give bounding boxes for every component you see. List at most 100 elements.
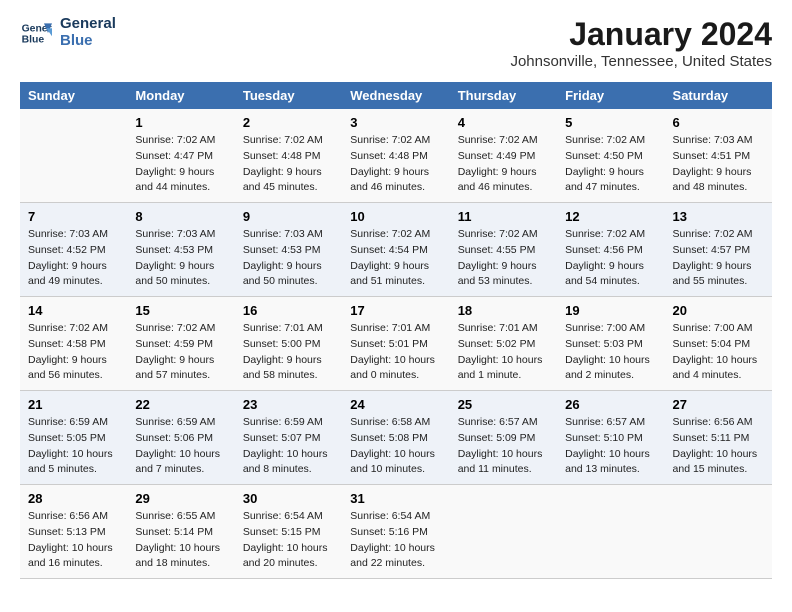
sunrise-time: Sunrise: 6:55 AM bbox=[135, 510, 215, 522]
daylight-hours: Daylight: 9 hours and 53 minutes. bbox=[458, 260, 537, 288]
sunrise-time: Sunrise: 7:02 AM bbox=[243, 134, 323, 146]
header-day-tuesday: Tuesday bbox=[235, 82, 342, 109]
day-number: 30 bbox=[243, 491, 334, 506]
logo-line2: Blue bbox=[60, 33, 116, 50]
sunrise-time: Sunrise: 6:56 AM bbox=[28, 510, 108, 522]
page-header: General Blue General Blue January 2024 J… bbox=[20, 16, 772, 70]
sunset-time: Sunset: 5:02 PM bbox=[458, 338, 536, 350]
daylight-hours: Daylight: 9 hours and 44 minutes. bbox=[135, 166, 214, 194]
day-number: 27 bbox=[673, 397, 764, 412]
sunset-time: Sunset: 4:56 PM bbox=[565, 244, 643, 256]
header-day-wednesday: Wednesday bbox=[342, 82, 449, 109]
daylight-hours: Daylight: 10 hours and 8 minutes. bbox=[243, 448, 328, 476]
day-info: Sunrise: 6:59 AMSunset: 5:05 PMDaylight:… bbox=[28, 415, 119, 478]
day-info: Sunrise: 6:57 AMSunset: 5:09 PMDaylight:… bbox=[458, 415, 549, 478]
sunrise-time: Sunrise: 7:02 AM bbox=[135, 322, 215, 334]
day-info: Sunrise: 7:00 AM Sunset: 5:04 PM Daylight:… bbox=[673, 321, 764, 384]
daylight-hours: Daylight: 10 hours and 4 minutes. bbox=[673, 354, 758, 382]
calendar-cell: 9Sunrise: 7:03 AMSunset: 4:53 PMDaylight… bbox=[235, 203, 342, 297]
day-info: Sunrise: 7:02 AMSunset: 4:56 PMDaylight:… bbox=[565, 227, 656, 290]
day-info: Sunrise: 7:02 AM Sunset: 4:55 PM Daylight:… bbox=[458, 227, 549, 290]
day-number: 10 bbox=[350, 209, 441, 224]
sunset-time: Sunset: 4:53 PM bbox=[135, 244, 213, 256]
day-number: 23 bbox=[243, 397, 334, 412]
day-number: 28 bbox=[28, 491, 119, 506]
daylight-hours: Daylight: 10 hours and 1 minute. bbox=[458, 354, 543, 382]
day-number: 22 bbox=[135, 397, 226, 412]
svg-text:Blue: Blue bbox=[22, 34, 45, 45]
day-info: Sunrise: 6:54 AMSunset: 5:15 PMDaylight:… bbox=[243, 509, 334, 572]
calendar-cell: 4Sunrise: 7:02 AMSunset: 4:49 PMDaylight… bbox=[450, 109, 557, 203]
day-info: Sunrise: 7:03 AMSunset: 4:53 PMDaylight:… bbox=[243, 227, 334, 290]
day-number: 31 bbox=[350, 491, 441, 506]
daylight-hours: Daylight: 10 hours and 7 minutes. bbox=[135, 448, 220, 476]
calendar-cell: 15 Sunrise: 7:02 AMSunset: 4:59 PMDayligh… bbox=[127, 297, 234, 391]
location-subtitle: Johnsonville, Tennessee, United States bbox=[510, 53, 772, 70]
daylight-hours: Daylight: 9 hours and 56 minutes. bbox=[28, 354, 107, 382]
day-number: 21 bbox=[28, 397, 119, 412]
day-info: Sunrise: 7:03 AMSunset: 4:52 PMDaylight:… bbox=[28, 227, 119, 290]
calendar-cell: 3Sunrise: 7:02 AMSunset: 4:48 PMDaylight… bbox=[342, 109, 449, 203]
sunset-time: Sunset: 5:07 PM bbox=[243, 432, 321, 444]
daylight-hours: Daylight: 10 hours and 11 minutes. bbox=[458, 448, 543, 476]
day-number: 29 bbox=[135, 491, 226, 506]
sunset-time: Sunset: 5:06 PM bbox=[135, 432, 213, 444]
calendar-cell: 22Sunrise: 6:59 AMSunset: 5:06 PMDayligh… bbox=[127, 391, 234, 485]
day-info: Sunrise: 7:01 AMSunset: 5:01 PMDaylight:… bbox=[350, 321, 441, 384]
day-number: 18 bbox=[458, 303, 549, 318]
sunset-time: Sunset: 5:13 PM bbox=[28, 526, 106, 538]
daylight-hours: Daylight: 9 hours and 48 minutes. bbox=[673, 166, 752, 194]
header-day-monday: Monday bbox=[127, 82, 234, 109]
daylight-hours: Daylight: 9 hours and 54 minutes. bbox=[565, 260, 644, 288]
sunset-time: Sunset: 4:54 PM bbox=[350, 244, 428, 256]
day-info: Sunrise: 7:02 AMSunset: 4:50 PMDaylight:… bbox=[565, 133, 656, 196]
calendar-cell: 26Sunrise: 6:57 AMSunset: 5:10 PMDayligh… bbox=[557, 391, 664, 485]
calendar-cell: 20Sunrise: 7:00 AMSunset: 5:04 PMDayligh… bbox=[665, 297, 772, 391]
sunrise-time: Sunrise: 7:01 AM bbox=[458, 322, 538, 334]
sunrise-time: Sunrise: 6:59 AM bbox=[243, 416, 323, 428]
header-day-saturday: Saturday bbox=[665, 82, 772, 109]
day-number: 16 bbox=[243, 303, 334, 318]
title-block: January 2024 Johnsonville, Tennessee, Un… bbox=[510, 16, 772, 70]
day-number: 2 bbox=[243, 115, 334, 130]
day-number: 5 bbox=[565, 115, 656, 130]
day-number: 26 bbox=[565, 397, 656, 412]
day-info: Sunrise: 6:59 AM Sunset: 5:07 PM Daylight:… bbox=[243, 415, 334, 478]
sunset-time: Sunset: 4:52 PM bbox=[28, 244, 106, 256]
day-number: 15 bbox=[135, 303, 226, 318]
sunrise-time: Sunrise: 6:54 AM bbox=[350, 510, 430, 522]
sunset-time: Sunset: 5:01 PM bbox=[350, 338, 428, 350]
calendar-cell: 14Sunrise: 7:02 AMSunset: 4:58 PMDayligh… bbox=[20, 297, 127, 391]
sunrise-time: Sunrise: 7:01 AM bbox=[350, 322, 430, 334]
day-info: Sunrise: 6:54 AMSunset: 5:16 PMDaylight:… bbox=[350, 509, 441, 572]
sunrise-time: Sunrise: 7:02 AM bbox=[673, 228, 753, 240]
sunrise-time: Sunrise: 7:03 AM bbox=[673, 134, 753, 146]
calendar-table: SundayMondayTuesdayWednesdayThursdayFrid… bbox=[20, 82, 772, 579]
sunrise-time: Sunrise: 7:02 AM bbox=[458, 228, 538, 240]
day-info: Sunrise: 7:02 AMSunset: 4:54 PMDaylight:… bbox=[350, 227, 441, 290]
sunset-time: Sunset: 5:04 PM bbox=[673, 338, 751, 350]
header-day-friday: Friday bbox=[557, 82, 664, 109]
sunset-time: Sunset: 5:11 PM bbox=[673, 432, 750, 444]
calendar-cell: 13Sunrise: 7:02 AMSunset: 4:57 PMDayligh… bbox=[665, 203, 772, 297]
calendar-cell: 27 Sunrise: 6:56 AM Sunset: 5:11 PM Dayligh… bbox=[665, 391, 772, 485]
calendar-cell: 31 Sunrise: 6:54 AMSunset: 5:16 PMDayligh… bbox=[342, 485, 449, 579]
sunrise-time: Sunrise: 7:01 AM bbox=[243, 322, 323, 334]
sunset-time: Sunset: 4:51 PM bbox=[673, 150, 751, 162]
sunset-time: Sunset: 4:53 PM bbox=[243, 244, 321, 256]
sunset-time: Sunset: 5:00 PM bbox=[243, 338, 321, 350]
daylight-hours: Daylight: 10 hours and 20 minutes. bbox=[243, 542, 328, 570]
day-number: 4 bbox=[458, 115, 549, 130]
week-row-1: 1Sunrise: 7:02 AMSunset: 4:47 PMDaylight… bbox=[20, 109, 772, 203]
calendar-header: SundayMondayTuesdayWednesdayThursdayFrid… bbox=[20, 82, 772, 109]
daylight-hours: Daylight: 9 hours and 49 minutes. bbox=[28, 260, 107, 288]
sunrise-time: Sunrise: 6:56 AM bbox=[673, 416, 753, 428]
sunrise-time: Sunrise: 6:57 AM bbox=[458, 416, 538, 428]
day-number: 11 bbox=[458, 209, 549, 224]
daylight-hours: Daylight: 9 hours and 47 minutes. bbox=[565, 166, 644, 194]
sunset-time: Sunset: 4:55 PM bbox=[458, 244, 536, 256]
daylight-hours: Daylight: 10 hours and 15 minutes. bbox=[673, 448, 758, 476]
week-row-5: 28 Sunrise: 6:56 AM Sunset: 5:13 PM Dayligh… bbox=[20, 485, 772, 579]
sunrise-time: Sunrise: 7:00 AM bbox=[673, 322, 753, 334]
day-info: Sunrise: 7:02 AMSunset: 4:59 PMDaylight:… bbox=[135, 321, 226, 384]
